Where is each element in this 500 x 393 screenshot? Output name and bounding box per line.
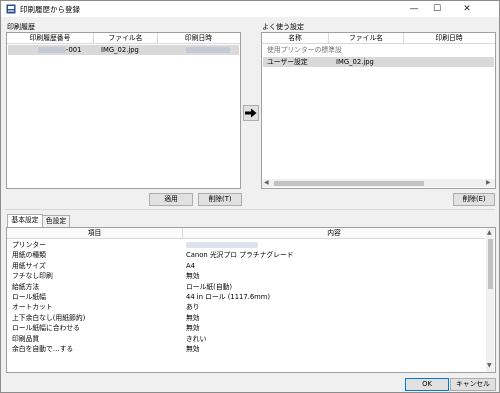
favorites-file-cell: IMG_02.jpg	[336, 58, 374, 66]
dialog-window: 印刷履歴から登録 — ☐ ✕ 印刷履歴 印刷履歴番号 ファイル名 印刷日時 -0…	[0, 0, 500, 393]
scroll-right-icon[interactable]: ▶	[486, 179, 491, 186]
settings-row: ロール紙幅 44 in ロール (1117.6mm)	[7, 292, 485, 302]
settings-value: A4	[186, 261, 195, 270]
ok-button[interactable]: OK	[405, 378, 449, 391]
settings-value	[186, 240, 258, 250]
settings-col-value[interactable]: 内容	[183, 228, 485, 238]
favorites-col-date[interactable]: 印刷日時	[404, 33, 494, 43]
settings-col-item[interactable]: 項目	[7, 228, 183, 238]
settings-row: 余白を自動で…する 無効	[7, 344, 485, 354]
minimize-button[interactable]: —	[403, 3, 425, 15]
right-arrow-icon	[245, 108, 257, 118]
settings-vertical-scrollbar[interactable]: ▲ ▼	[486, 228, 494, 372]
history-delete-button[interactable]: 削除(T)	[198, 193, 242, 206]
scroll-left-icon[interactable]: ◀	[264, 179, 269, 186]
maximize-button[interactable]: ☐	[426, 3, 448, 15]
history-col-date[interactable]: 印刷日時	[158, 33, 239, 43]
maximize-icon: ☐	[432, 4, 442, 14]
settings-item: フチなし印刷	[12, 272, 53, 281]
favorites-col-file[interactable]: ファイル名	[329, 33, 404, 43]
favorites-row[interactable]: ユーザー設定 IMG_02.jpg	[263, 57, 494, 67]
settings-row: フチなし印刷 無効	[7, 271, 485, 281]
settings-value: ロール紙(自動)	[186, 282, 233, 291]
settings-value: きれい	[186, 334, 207, 343]
tab-color-settings[interactable]: 色設定	[42, 215, 70, 227]
scroll-thumb[interactable]	[274, 181, 424, 186]
settings-value: 無効	[186, 272, 200, 281]
settings-value: 44 in ロール (1117.6mm)	[186, 293, 271, 301]
add-to-favorites-button[interactable]	[243, 105, 259, 121]
blurred-text	[186, 47, 230, 53]
favorites-label: よく使う設定	[262, 23, 304, 31]
minimize-icon: —	[409, 4, 419, 14]
settings-value: 無効	[186, 324, 200, 333]
blurred-text	[186, 242, 258, 248]
favorites-horizontal-scrollbar[interactable]: ◀ ▶	[262, 179, 495, 187]
close-button[interactable]: ✕	[456, 3, 478, 15]
window-title: 印刷履歴から登録	[20, 5, 80, 14]
history-file-cell: IMG_02.jpg	[101, 46, 139, 54]
settings-row: ロール紙幅に合わせる 無効	[7, 323, 485, 333]
settings-row: 印刷品質 きれい	[7, 334, 485, 344]
favorites-delete-button[interactable]: 削除(E)	[453, 193, 495, 206]
history-date-cell	[186, 45, 230, 55]
settings-value: あり	[186, 303, 200, 312]
favorites-header: 名称 ファイル名 印刷日時	[262, 33, 495, 44]
settings-value: 無効	[186, 345, 200, 353]
apply-button[interactable]: 適用	[149, 193, 193, 206]
close-icon: ✕	[463, 4, 471, 14]
history-list[interactable]: 印刷履歴番号 ファイル名 印刷日時 -001 IMG_02.jpg	[6, 32, 241, 189]
history-col-number[interactable]: 印刷履歴番号	[7, 33, 94, 43]
settings-row: 用紙の種類 Canon 光沢プロ プラチナグレード	[7, 250, 485, 260]
history-number-cell: -001	[38, 45, 81, 55]
section-divider	[5, 209, 495, 210]
settings-header: 項目 内容	[7, 228, 485, 239]
settings-row: オートカット あり	[7, 302, 485, 312]
settings-row: 給紙方法 ロール紙(自動)	[7, 282, 485, 292]
history-header: 印刷履歴番号 ファイル名 印刷日時	[7, 33, 240, 44]
app-icon	[6, 4, 16, 14]
favorites-name-cell: 使用プリンターの標準設	[267, 46, 342, 54]
settings-item: ロール紙幅に合わせる	[12, 324, 80, 333]
favorites-name-cell: ユーザー設定	[267, 58, 308, 66]
blurred-text	[38, 47, 66, 53]
history-label: 印刷履歴	[7, 23, 35, 31]
favorites-row[interactable]: 使用プリンターの標準設	[263, 45, 494, 55]
settings-value: Canon 光沢プロ プラチナグレード	[186, 251, 294, 260]
settings-row: プリンター	[7, 240, 485, 250]
settings-item: オートカット	[12, 303, 53, 312]
settings-table[interactable]: 項目 内容 プリンター 用紙の種類 Canon 光沢プロ プラチナグレード 用紙…	[6, 227, 496, 373]
title-bar: 印刷履歴から登録 — ☐ ✕	[1, 1, 499, 17]
cancel-button[interactable]: キャンセル	[450, 378, 496, 391]
scroll-down-icon[interactable]: ▼	[487, 362, 492, 369]
history-row[interactable]: -001 IMG_02.jpg	[8, 45, 239, 55]
history-col-file[interactable]: ファイル名	[94, 33, 158, 43]
settings-item: 上下余白なし(用紙節約)	[12, 313, 86, 322]
scroll-up-icon[interactable]: ▲	[487, 229, 492, 236]
settings-item: 印刷品質	[12, 334, 40, 343]
settings-item: 用紙サイズ	[12, 261, 46, 270]
settings-row: 用紙サイズ A4	[7, 261, 485, 271]
settings-item: ロール紙幅	[12, 293, 46, 301]
favorites-list[interactable]: 名称 ファイル名 印刷日時 使用プリンターの標準設 ユーザー設定 IMG_02.…	[261, 32, 496, 189]
settings-item: 給紙方法	[12, 282, 40, 291]
settings-item: 余白を自動で…する	[12, 345, 74, 353]
tab-basic-settings[interactable]: 基本設定	[7, 214, 43, 227]
settings-item: プリンター	[12, 241, 46, 249]
favorites-col-name[interactable]: 名称	[262, 33, 329, 43]
scroll-thumb[interactable]	[488, 239, 493, 289]
settings-item: 用紙の種類	[12, 251, 46, 260]
settings-row: 上下余白なし(用紙節約) 無効	[7, 313, 485, 323]
settings-value: 無効	[186, 313, 200, 322]
